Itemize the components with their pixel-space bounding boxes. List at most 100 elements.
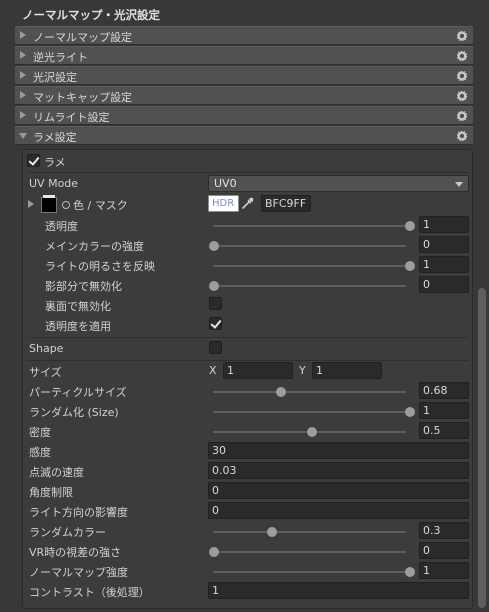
contrast-field[interactable]: 1 [208, 582, 469, 599]
apply-transparency-label: 透明度を適用 [45, 320, 111, 333]
eyedropper-icon[interactable] [241, 196, 255, 210]
fold-rimlight[interactable]: リムライト設定 [15, 106, 473, 125]
expand-arrow-icon[interactable] [28, 200, 34, 208]
light-normalize-slider-track[interactable] [213, 265, 406, 267]
particle-size-slider-track[interactable] [213, 391, 406, 393]
divider [27, 360, 468, 361]
contrast-label: コントラスト（後処理） [29, 586, 150, 599]
glitter-enable-checkbox[interactable] [27, 154, 40, 167]
fold-label: リムライト設定 [33, 111, 110, 124]
uv-mode-dropdown[interactable]: UV0 [208, 175, 469, 192]
light-direction-field[interactable]: 0 [208, 502, 469, 519]
vr-parallax-label: VR時の視差の強さ [29, 546, 122, 559]
alpha-slider-thumb[interactable] [405, 221, 415, 231]
light-normalize-slider-thumb[interactable] [405, 261, 415, 271]
shape-label: Shape [29, 342, 64, 355]
shadow-mask-label: 影部分で無効化 [45, 280, 122, 293]
random-color-field[interactable]: 0.3 [419, 522, 469, 539]
glitter-panel: ラメ UV Mode UV0 色 / マスク HDR BFC9FF 透明度 1 … [22, 149, 473, 609]
color-mask-label: 色 / マスク [73, 199, 128, 212]
particle-size-slider-thumb[interactable] [276, 387, 286, 397]
uv-mode-value: UV0 [214, 177, 237, 190]
shadow-mask-slider-track[interactable] [213, 285, 406, 287]
randomize-size-slider-track[interactable] [213, 411, 406, 413]
shadow-mask-slider-thumb[interactable] [209, 281, 219, 291]
randomize-size-field[interactable]: 1 [419, 402, 469, 419]
section-title: ノーマルマップ・光沢設定 [22, 8, 160, 22]
gear-icon[interactable] [457, 131, 467, 141]
normal-strength-label: ノーマルマップ強度 [29, 566, 128, 579]
expand-arrow-icon [20, 91, 26, 99]
fold-backlight[interactable]: 逆光ライト [15, 46, 473, 65]
angle-limit-label: 角度制限 [29, 486, 73, 499]
mask-texture-thumbnail[interactable] [41, 195, 57, 213]
main-strength-slider-track[interactable] [213, 245, 406, 247]
particle-size-field[interactable]: 0.68 [419, 382, 469, 399]
fold-glitter[interactable]: ラメ設定 [15, 126, 473, 145]
color-swatch[interactable]: HDR [208, 195, 239, 212]
divider [27, 337, 468, 338]
fold-label: ラメ設定 [33, 131, 77, 144]
vr-parallax-field[interactable]: 0 [419, 542, 469, 559]
expand-arrow-icon [20, 31, 26, 39]
size-x-label: X [209, 364, 217, 377]
fold-reflection[interactable]: 光沢設定 [15, 66, 473, 85]
main-strength-label: メインカラーの強度 [45, 240, 144, 253]
shadow-mask-field[interactable]: 0 [419, 276, 469, 293]
size-label: サイズ [29, 366, 62, 379]
angle-limit-field[interactable]: 0 [208, 482, 469, 499]
main-strength-slider-thumb[interactable] [209, 241, 219, 251]
gear-icon[interactable] [457, 71, 467, 81]
alpha-field[interactable]: 1 [419, 216, 469, 233]
light-normalize-field[interactable]: 1 [419, 256, 469, 273]
alpha-label: 透明度 [45, 220, 78, 233]
gear-icon[interactable] [457, 91, 467, 101]
expand-arrow-icon [20, 71, 26, 79]
color-hex-field[interactable]: BFC9FF [261, 195, 311, 212]
light-normalize-label: ライトの明るさを反映 [45, 260, 155, 273]
apply-transparency-checkbox[interactable] [209, 317, 222, 330]
normal-strength-slider-track[interactable] [213, 571, 406, 573]
fold-label: 逆光ライト [33, 51, 88, 64]
fold-label: 光沢設定 [33, 71, 77, 84]
main-strength-field[interactable]: 0 [419, 236, 469, 253]
backface-checkbox[interactable] [209, 297, 222, 310]
vr-parallax-slider-track[interactable] [213, 551, 406, 553]
density-slider-thumb[interactable] [307, 427, 317, 437]
blink-speed-field[interactable]: 0.03 [208, 462, 469, 479]
gear-icon[interactable] [457, 111, 467, 121]
expand-arrow-icon [20, 51, 26, 59]
uv-mode-label: UV Mode [29, 177, 79, 190]
gear-icon[interactable] [457, 31, 467, 41]
divider [27, 172, 468, 173]
random-color-label: ランダムカラー [29, 526, 106, 539]
sensitivity-field[interactable]: 30 [208, 442, 469, 459]
dropdown-caret-icon [455, 182, 463, 187]
size-y-label: Y [299, 364, 306, 377]
backface-label: 裏面で無効化 [45, 300, 111, 313]
expand-arrow-icon [20, 111, 26, 119]
glitter-enable-label: ラメ [44, 156, 66, 169]
random-color-slider-thumb[interactable] [267, 527, 277, 537]
size-x-field[interactable]: 1 [223, 362, 293, 379]
shape-checkbox[interactable] [209, 341, 222, 354]
fold-matcap[interactable]: マットキャップ設定 [15, 86, 473, 105]
randomize-size-slider-thumb[interactable] [405, 407, 415, 417]
normal-strength-slider-thumb[interactable] [405, 567, 415, 577]
random-color-slider-track[interactable] [213, 531, 406, 533]
density-field[interactable]: 0.5 [419, 422, 469, 439]
density-label: 密度 [29, 426, 51, 439]
normal-strength-field[interactable]: 1 [419, 562, 469, 579]
alpha-slider-track[interactable] [213, 225, 406, 227]
randomize-size-label: ランダム化 (Size) [29, 406, 119, 419]
fold-label: ノーマルマップ設定 [33, 31, 132, 44]
vr-parallax-slider-thumb[interactable] [209, 547, 219, 557]
light-direction-label: ライト方向の影響度 [29, 506, 128, 519]
gear-icon[interactable] [457, 51, 467, 61]
fold-normal-map[interactable]: ノーマルマップ設定 [15, 26, 473, 45]
scrollbar-thumb[interactable] [478, 288, 486, 608]
size-y-field[interactable]: 1 [312, 362, 382, 379]
collapse-arrow-icon [19, 133, 27, 139]
texture-picker-icon[interactable] [62, 201, 70, 209]
hdr-label: HDR [212, 198, 235, 209]
